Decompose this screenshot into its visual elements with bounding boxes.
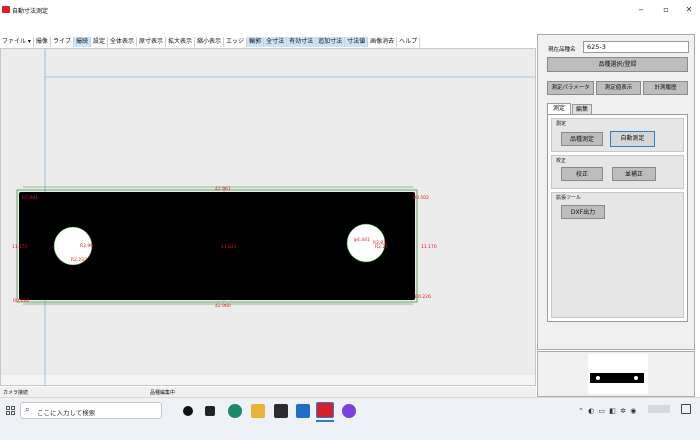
search-placeholder: ここに入力して検索 xyxy=(37,409,96,417)
product-name-label: 現在品種名 xyxy=(548,47,576,53)
dim-center-height: 11.821 xyxy=(221,244,237,250)
product-name-field[interactable]: 625-3 xyxy=(583,41,689,53)
thumbnail-part xyxy=(590,373,644,383)
taskbar: ⌕ ここに入力して検索 ⌃ ◐ ▭ ◧ ✲ ◉ xyxy=(0,397,700,440)
menu-item-11[interactable]: 全寸法 xyxy=(264,36,288,47)
minimize-button[interactable]: ‒ xyxy=(632,4,650,16)
select-register-button[interactable]: 品種選択/登録 xyxy=(547,57,688,72)
dim-bottom-width: 42.960 xyxy=(215,303,231,309)
dim-left-height: 11.157 xyxy=(12,244,28,250)
start-icon[interactable] xyxy=(6,406,15,415)
menu-item-2[interactable]: ライブ xyxy=(51,36,74,47)
calibrate-button[interactable]: 校正 xyxy=(561,167,603,181)
clock[interactable] xyxy=(648,405,670,413)
dim-corner-tr: R0.502 xyxy=(413,195,429,201)
menu-bar: ファイル ▾ 撮像 ライブ 撮続 設定 全体表示 原寸表示 拡大表示 縮小表示 エッジ 輪郭 全寸法有… xyxy=(0,36,536,47)
menu-item-7[interactable]: 拡大表示 xyxy=(166,36,196,47)
menu-item-5[interactable]: 全体表示 xyxy=(108,36,137,47)
menu-item-12[interactable]: 有効寸法 xyxy=(287,36,317,47)
menu-item-9[interactable]: エッジ xyxy=(224,36,248,47)
menu-item-10[interactable]: 輪郭 xyxy=(247,36,265,47)
thumbnail-hole-right xyxy=(634,376,638,380)
close-button[interactable]: ✕ xyxy=(680,4,698,16)
search-box[interactable]: ⌕ ここに入力して検索 xyxy=(20,402,162,419)
task-view-icon[interactable] xyxy=(205,406,215,416)
menu-item-6[interactable]: 原寸表示 xyxy=(137,36,167,47)
window-title: 自動寸法測定 xyxy=(12,8,49,15)
camera-status: カメラ接続 xyxy=(3,390,29,396)
status-bar: カメラ接続 品種編集中 xyxy=(0,387,536,397)
menu-item-14[interactable]: 寸法値 xyxy=(345,36,369,47)
app-icon xyxy=(2,6,10,13)
dim-top-width: 42.961 xyxy=(215,186,231,192)
measure-group-label: 測定 xyxy=(556,121,567,127)
menu-item-3[interactable]: 撮続 xyxy=(73,36,91,47)
thumbnail-panel xyxy=(537,351,695,397)
dim-right-hole-lower: R2.21 xyxy=(375,244,388,250)
dim-corner-br: R0.226 xyxy=(415,294,431,300)
dim-right-height: 11.170 xyxy=(421,244,437,250)
active-app-indicator xyxy=(316,420,334,422)
notification-icon[interactable] xyxy=(681,404,691,414)
menu-item-4[interactable]: 設定 xyxy=(91,36,108,47)
measurement-canvas: 42.961 42.960 11.157 11.170 11.821 R2.96… xyxy=(1,49,535,385)
value-display-button[interactable]: 測定値表示 xyxy=(596,81,641,95)
ext-tools-group-label: 拡張ツール xyxy=(556,195,582,201)
file-explorer-icon[interactable] xyxy=(251,404,265,418)
dxf-export-button[interactable]: DXF出力 xyxy=(561,205,605,219)
dim-left-hole-lower: R2.232 xyxy=(71,257,87,263)
control-panel: 現在品種名 625-3 品種選択/登録 測定パラメータ 測定値表示 計測履歴 測… xyxy=(537,34,695,350)
product-measure-button[interactable]: 品種測定 xyxy=(561,132,603,146)
thumbnail-frame xyxy=(588,354,648,394)
menu-item-16[interactable]: ヘルプ xyxy=(397,36,421,47)
firefox-icon[interactable] xyxy=(342,404,356,418)
mail-icon[interactable] xyxy=(296,404,310,418)
auto-calibrate-button[interactable]: 並補正 xyxy=(612,167,656,181)
title-bar: 自動寸法測定 ‒ ▫ ✕ xyxy=(0,0,700,34)
calculator-icon[interactable] xyxy=(274,404,288,418)
search-icon: ⌕ xyxy=(25,405,30,414)
measurement-app-icon[interactable] xyxy=(316,402,334,418)
dim-right-hole-left: φ4.441 xyxy=(354,237,370,243)
menu-item-8[interactable]: 縮小表示 xyxy=(195,36,225,47)
auto-measure-button[interactable]: 自動測定 xyxy=(610,131,655,147)
dim-left-hole-upper: R2.96 xyxy=(80,243,93,249)
thumbnail-hole-left xyxy=(596,376,600,380)
param-button[interactable]: 測定パラメータ xyxy=(547,81,594,95)
calibration-group-label: 校正 xyxy=(556,158,567,164)
dim-corner-tl: R7.001 xyxy=(22,195,38,201)
menu-item-15[interactable]: 画像消去 xyxy=(368,36,398,47)
mode-status: 品種編集中 xyxy=(150,390,176,396)
maximize-button[interactable]: ▫ xyxy=(657,4,675,16)
menu-item-13[interactable]: 追加寸法 xyxy=(316,36,346,47)
tab-measure[interactable]: 測定 xyxy=(547,103,571,114)
edge-icon[interactable] xyxy=(228,404,242,418)
menu-item-0[interactable]: ファイル ▾ xyxy=(0,36,34,47)
image-viewport[interactable]: 42.961 42.960 11.157 11.170 11.821 R2.96… xyxy=(0,48,536,386)
menu-item-1[interactable]: 撮像 xyxy=(34,36,51,47)
cortana-icon[interactable] xyxy=(183,406,193,416)
history-button[interactable]: 計測履歴 xyxy=(643,81,688,95)
system-tray-icons[interactable]: ⌃ ◐ ▭ ◧ ✲ ◉ xyxy=(578,407,637,415)
tab-edit[interactable]: 編集 xyxy=(572,104,592,114)
dim-corner-bl: R0.224 xyxy=(13,298,29,304)
